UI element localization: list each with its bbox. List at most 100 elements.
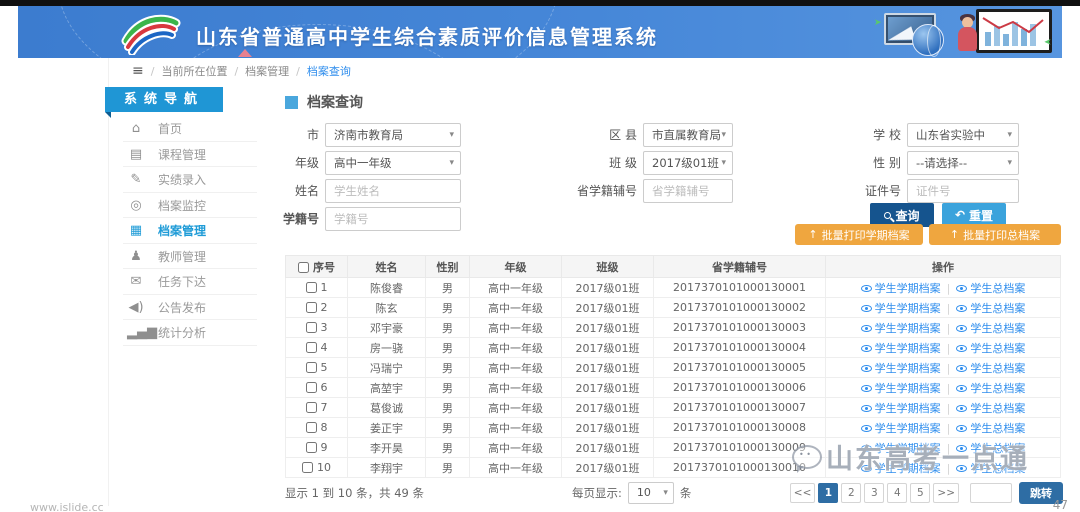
pager-page-4[interactable]: 4	[887, 483, 907, 503]
pager-next[interactable]: >>	[933, 483, 959, 503]
pager-page-1[interactable]: 1	[818, 483, 838, 503]
view-semester-archive-link[interactable]: 学生学期档案	[861, 442, 941, 455]
eye-icon	[861, 385, 872, 392]
student-id-input[interactable]	[325, 207, 461, 231]
cell-name: 葛俊诚	[348, 398, 426, 418]
stats-icon: ▂▄▆	[127, 325, 145, 340]
gender-select[interactable]: --请选择-- ▾	[907, 151, 1019, 175]
row-checkbox[interactable]	[306, 342, 317, 353]
upload-icon: ↑	[808, 228, 817, 241]
batch-print-total-button[interactable]: ↑ 批量打印总档案	[929, 224, 1061, 245]
name-input[interactable]	[325, 179, 461, 203]
chevron-down-icon: ▾	[1007, 124, 1012, 146]
eye-icon	[861, 405, 872, 412]
cell-name: 姜正宇	[348, 418, 426, 438]
table-row: 10 李翔宇 男 高中一年级 2017级01班 2017370101000130…	[286, 458, 1061, 478]
pager-page-5[interactable]: 5	[910, 483, 930, 503]
row-checkbox[interactable]	[306, 382, 317, 393]
eye-icon	[956, 305, 967, 312]
pager-page-2[interactable]: 2	[841, 483, 861, 503]
view-total-archive-link[interactable]: 学生总档案	[956, 302, 1025, 315]
per-page-control: 每页显示: 10 ▾ 条	[572, 482, 691, 504]
pagination-summary: 显示 1 到 10 条，共 49 条	[285, 485, 424, 501]
grade-select[interactable]: 高中一年级 ▾	[325, 151, 461, 175]
chevron-down-icon: ▾	[1007, 152, 1012, 174]
eye-icon	[956, 385, 967, 392]
monitor-icon: ◎	[127, 198, 145, 213]
view-total-archive-link[interactable]: 学生总档案	[956, 402, 1025, 415]
view-semester-archive-link[interactable]: 学生学期档案	[861, 342, 941, 355]
view-semester-archive-link[interactable]: 学生学期档案	[861, 402, 941, 415]
student-table: 序号 姓名 性别 年级 班级 省学籍辅号 操作 1 陈俊睿 男 高中一年级 20…	[285, 255, 1061, 478]
pager-prev[interactable]: <<	[790, 483, 816, 503]
view-semester-archive-link[interactable]: 学生学期档案	[861, 422, 941, 435]
chevron-down-icon: ▾	[449, 124, 454, 146]
row-checkbox[interactable]	[306, 322, 317, 333]
row-checkbox[interactable]	[306, 402, 317, 413]
green-arrow-icon: ➤	[874, 18, 882, 28]
view-total-archive-link[interactable]: 学生总档案	[956, 382, 1025, 395]
sidebar-item-record-entry[interactable]: ✎ 实绩录入	[110, 167, 263, 193]
view-total-archive-link[interactable]: 学生总档案	[956, 282, 1025, 295]
main-content: 档案查询 市 济南市教育局 ▾ 区 县 市直属教育局 ▾ 学 校 山东省实验中 …	[285, 84, 1063, 508]
class-label: 班 级	[557, 151, 637, 175]
chevron-down-icon: ▾	[449, 152, 454, 174]
view-total-archive-link[interactable]: 学生总档案	[956, 422, 1025, 435]
teacher-icon: ♟	[127, 249, 145, 264]
district-select[interactable]: 市直属教育局 ▾	[643, 123, 733, 147]
sidebar-item-teacher-management[interactable]: ♟ 教师管理	[110, 244, 263, 270]
view-total-archive-link[interactable]: 学生总档案	[956, 342, 1025, 355]
provincial-id-input[interactable]	[643, 179, 733, 203]
view-total-archive-link[interactable]: 学生总档案	[956, 442, 1025, 455]
cell-name: 陈玄	[348, 298, 426, 318]
eye-icon	[861, 345, 872, 352]
grade-label: 年级	[285, 151, 319, 175]
row-checkbox[interactable]	[306, 362, 317, 373]
home-icon: ⌂	[127, 121, 145, 136]
row-checkbox[interactable]	[306, 282, 317, 293]
view-semester-archive-link[interactable]: 学生学期档案	[861, 362, 941, 375]
row-checkbox[interactable]	[306, 302, 317, 313]
gender-label: 性 别	[843, 151, 901, 175]
sidebar-nav: ⌂ 首页 ▤ 课程管理 ✎ 实绩录入 ◎ 档案监控 ▦ 档案管理 ♟ 教师管理 …	[110, 116, 263, 346]
chart-board-graphic	[976, 9, 1052, 53]
sidebar-item-course-management[interactable]: ▤ 课程管理	[110, 142, 263, 168]
row-checkbox[interactable]	[302, 462, 313, 473]
view-total-archive-link[interactable]: 学生总档案	[956, 362, 1025, 375]
cell-name: 李翔宇	[348, 458, 426, 478]
row-checkbox[interactable]	[306, 422, 317, 433]
per-page-select[interactable]: 10 ▾	[628, 482, 674, 504]
sidebar-item-announcement[interactable]: ◀) 公告发布	[110, 295, 263, 321]
view-total-archive-link[interactable]: 学生总档案	[956, 462, 1025, 475]
view-total-archive-link[interactable]: 学生总档案	[956, 322, 1025, 335]
green-arrow-icon: ➤	[1044, 36, 1052, 46]
select-all-checkbox[interactable]	[298, 262, 309, 273]
batch-print-semester-button[interactable]: ↑ 批量打印学期档案	[795, 224, 923, 245]
sidebar-item-archive-monitor[interactable]: ◎ 档案监控	[110, 193, 263, 219]
archive-icon: ▦	[127, 223, 145, 238]
view-semester-archive-link[interactable]: 学生学期档案	[861, 382, 941, 395]
view-semester-archive-link[interactable]: 学生学期档案	[861, 322, 941, 335]
course-icon: ▤	[127, 147, 145, 162]
eye-icon	[956, 465, 967, 472]
view-semester-archive-link[interactable]: 学生学期档案	[861, 282, 941, 295]
chevron-down-icon: ▾	[721, 124, 726, 146]
sidebar-item-archive-management[interactable]: ▦ 档案管理	[110, 218, 263, 244]
jump-page-input[interactable]	[970, 483, 1012, 503]
sidebar-item-task-assignment[interactable]: ✉ 任务下达	[110, 269, 263, 295]
view-semester-archive-link[interactable]: 学生学期档案	[861, 302, 941, 315]
globe-graphic	[912, 24, 944, 56]
section-square-icon	[285, 96, 298, 109]
school-select[interactable]: 山东省实验中 ▾	[907, 123, 1019, 147]
row-checkbox[interactable]	[306, 442, 317, 453]
header-illustration: ➤ ➤	[874, 6, 1060, 58]
id-number-label: 证件号	[843, 179, 901, 203]
id-number-input[interactable]	[907, 179, 1019, 203]
view-semester-archive-link[interactable]: 学生学期档案	[861, 462, 941, 475]
sidebar-item-statistics[interactable]: ▂▄▆ 统计分析	[110, 320, 263, 346]
class-select[interactable]: 2017级01班 ▾	[643, 151, 733, 175]
eye-icon	[861, 425, 872, 432]
city-select[interactable]: 济南市教育局 ▾	[325, 123, 461, 147]
pager-page-3[interactable]: 3	[864, 483, 884, 503]
sidebar-item-home[interactable]: ⌂ 首页	[110, 116, 263, 142]
